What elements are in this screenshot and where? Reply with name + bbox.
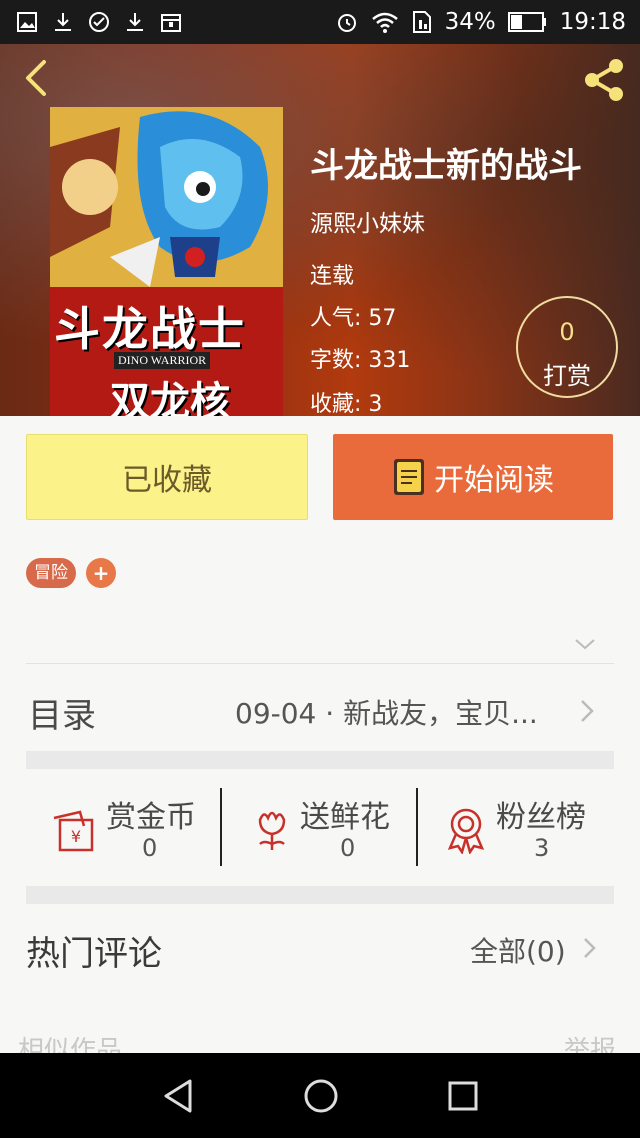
book-detail-page: 34% 19:18 斗龙战士 DINO WARRIOR 双龙核 斗龙战士新的战斗…	[0, 0, 640, 1138]
favorites-value: 3	[368, 392, 383, 416]
book-header: 斗龙战士 DINO WARRIOR 双龙核 斗龙战士新的战斗 源熙小妹妹 连载 …	[0, 44, 640, 416]
start-reading-button[interactable]: 开始阅读	[333, 434, 613, 520]
collected-button[interactable]: 已收藏	[26, 434, 308, 520]
nav-home-icon[interactable]	[302, 1077, 340, 1115]
wordcount-value: 331	[368, 348, 411, 373]
battery-percent: 34%	[444, 9, 496, 35]
fan-rank-stat[interactable]: 粉丝榜 3	[442, 788, 612, 870]
popularity-value: 57	[368, 306, 397, 331]
send-flower-stat[interactable]: 送鲜花 0	[248, 788, 418, 870]
tip-button[interactable]: 0 打赏	[516, 296, 618, 398]
vpn-icon	[89, 12, 109, 32]
status-system-icons: 34% 19:18	[335, 0, 626, 44]
download-icon	[55, 13, 71, 31]
store-icon	[161, 14, 181, 32]
battery-icon	[507, 12, 546, 32]
fan-rank-label: 粉丝榜	[496, 800, 586, 835]
cover-title-text: 斗龙战士	[54, 302, 246, 356]
alarm-icon	[337, 14, 356, 32]
catalog-label: 目录	[28, 696, 96, 736]
chevron-right-icon[interactable]	[582, 936, 598, 960]
image-icon	[17, 12, 37, 32]
gold-coin-label: 赏金币	[106, 800, 196, 835]
section-separator	[26, 751, 614, 769]
status-notification-icons	[0, 11, 182, 33]
popularity-label: 人气:	[310, 306, 362, 331]
download-icon-2	[127, 13, 143, 31]
book-title: 斗龙战士新的战斗	[310, 146, 582, 186]
catalog-latest-chapter: 09-04 · 新战友，宝贝...	[235, 697, 538, 730]
all-comments-link[interactable]: 全部(0)	[470, 930, 566, 970]
red-envelope-icon: ¥	[53, 810, 94, 852]
book-status: 连载	[310, 264, 355, 289]
section-separator-2	[26, 886, 614, 904]
wifi-icon	[371, 12, 398, 33]
status-bar: 34% 19:18	[0, 0, 640, 44]
chevron-left-icon[interactable]	[16, 56, 56, 100]
chevron-down-icon[interactable]	[574, 636, 596, 652]
tip-count: 0	[559, 318, 575, 346]
cover-subtitle-text: DINO WARRIOR	[114, 352, 211, 369]
start-reading-label: 开始阅读	[434, 463, 554, 498]
add-tag-button[interactable]: +	[86, 558, 116, 588]
wordcount-label: 字数:	[310, 348, 362, 373]
chevron-right-icon	[581, 700, 594, 722]
send-flower-value: 0	[340, 834, 356, 862]
stat-divider	[220, 788, 222, 866]
award-ribbon-icon	[447, 808, 485, 854]
book-author[interactable]: 源熙小妹妹	[310, 204, 425, 238]
gold-coin-value: 0	[142, 834, 158, 862]
svg-text:¥: ¥	[71, 827, 81, 846]
flower-icon	[258, 811, 286, 850]
divider	[26, 663, 614, 664]
fan-rank-value: 3	[534, 834, 550, 862]
collected-button-label: 已收藏	[122, 463, 212, 498]
system-nav-bar	[0, 1053, 640, 1138]
book-cover[interactable]: 斗龙战士 DINO WARRIOR 双龙核	[50, 107, 283, 416]
share-icon[interactable]	[580, 56, 628, 104]
cover-sub2-text: 双龙核	[110, 378, 230, 416]
popularity-row: 人气: 57	[310, 300, 396, 332]
nav-recent-apps-icon[interactable]	[446, 1079, 480, 1113]
book-icon	[394, 459, 424, 495]
tag-row: 冒险 +	[26, 558, 116, 588]
favorites-label: 收藏:	[310, 392, 362, 416]
nav-back-icon[interactable]	[160, 1077, 196, 1115]
clock: 19:18	[559, 9, 626, 35]
wordcount-row: 字数: 331	[310, 342, 410, 374]
sim-icon	[412, 11, 431, 33]
hot-comments-title: 热门评论	[26, 934, 162, 974]
send-flower-label: 送鲜花	[300, 800, 390, 835]
favorites-row: 收藏: 3	[310, 386, 382, 416]
stat-divider-2	[416, 788, 418, 866]
tag-adventure[interactable]: 冒险	[26, 558, 76, 588]
gold-coin-stat[interactable]: ¥ 赏金币 0	[50, 788, 220, 870]
tip-label: 打赏	[543, 362, 591, 390]
